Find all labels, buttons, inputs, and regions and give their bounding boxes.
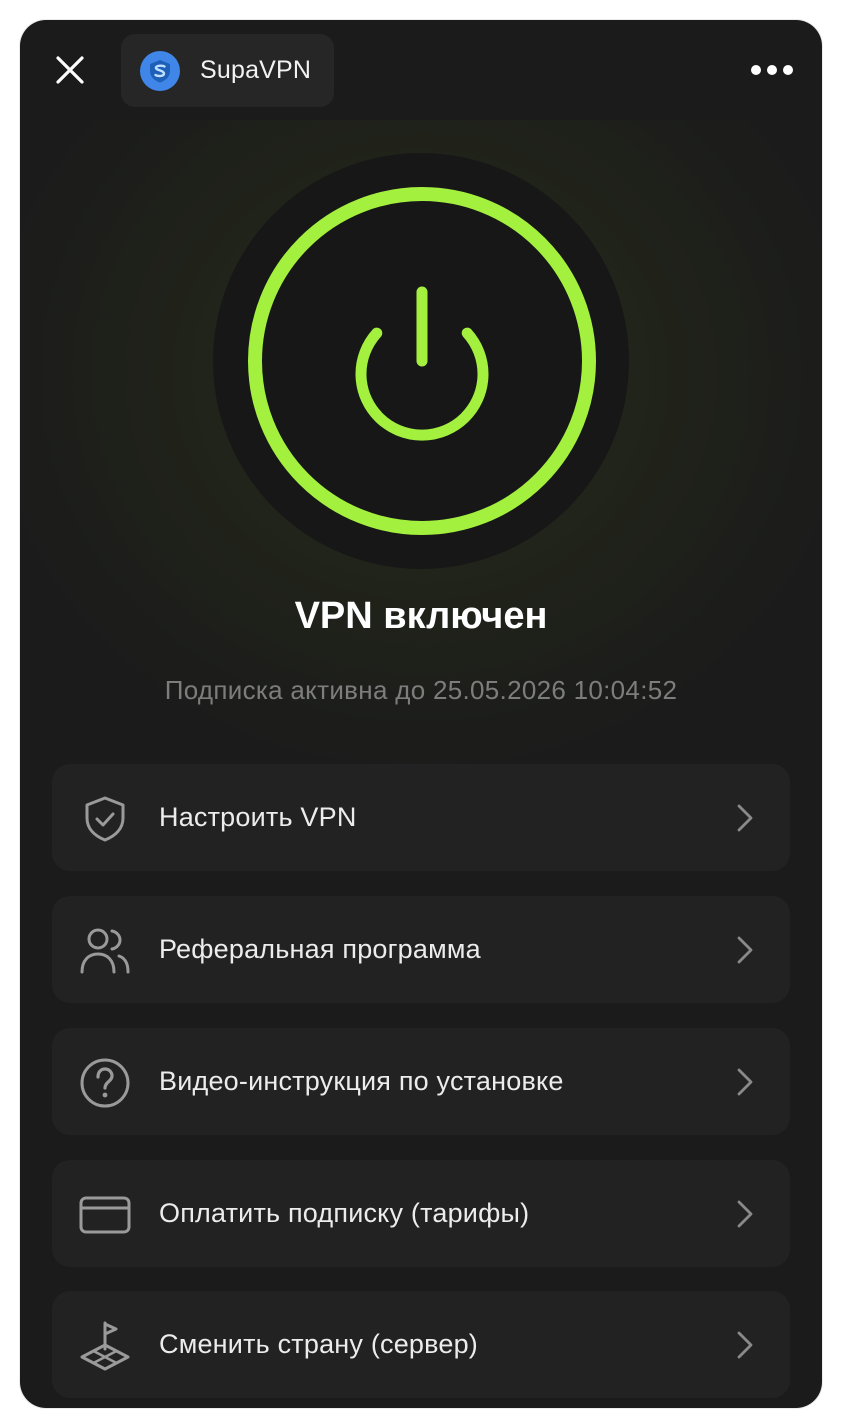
credit-card-icon xyxy=(78,1188,132,1242)
top-bar: SupaVPN xyxy=(20,20,822,120)
subscription-status: Подписка активна до 25.05.2026 10:04:52 xyxy=(164,675,678,705)
help-circle-icon xyxy=(78,1056,132,1110)
app-name: SupaVPN xyxy=(200,56,312,84)
app-window: SupaVPN VPN включен Подписка активна до … xyxy=(20,20,822,1408)
chevron-right-icon xyxy=(737,804,753,832)
more-horizontal-icon xyxy=(751,65,793,75)
menu-item-video-guide[interactable]: Видео-инструкция по установке xyxy=(52,1028,790,1135)
close-icon xyxy=(56,56,84,84)
menu-item-label: Сменить страну (сервер) xyxy=(159,1329,479,1359)
menu-item-label: Реферальная программа xyxy=(159,934,481,964)
menu-item-configure-vpn[interactable]: Настроить VPN xyxy=(52,764,790,871)
shield-s-icon xyxy=(140,50,180,91)
menu-item-referral[interactable]: Реферальная программа xyxy=(52,896,790,1003)
menu-item-change-server[interactable]: Сменить страну (сервер) xyxy=(52,1291,790,1398)
menu-item-label: Оплатить подписку (тарифы) xyxy=(159,1198,530,1228)
shield-check-icon xyxy=(78,792,132,846)
chevron-right-icon xyxy=(737,1331,753,1359)
more-options-button[interactable] xyxy=(746,52,798,88)
menu-item-label: Настроить VPN xyxy=(159,802,357,832)
menu-item-pay-subscription[interactable]: Оплатить подписку (тарифы) xyxy=(52,1160,790,1267)
chevron-right-icon xyxy=(737,1200,753,1228)
chevron-right-icon xyxy=(737,936,753,964)
chevron-right-icon xyxy=(737,1068,753,1096)
close-button[interactable] xyxy=(50,50,90,90)
menu-item-label: Видео-инструкция по установке xyxy=(159,1066,564,1096)
app-chip[interactable]: SupaVPN xyxy=(121,34,334,107)
vpn-status-title: VPN включен xyxy=(294,595,548,637)
power-button[interactable] xyxy=(247,186,597,536)
location-flag-icon xyxy=(78,1319,132,1373)
power-icon xyxy=(248,187,596,535)
users-icon xyxy=(78,924,132,978)
